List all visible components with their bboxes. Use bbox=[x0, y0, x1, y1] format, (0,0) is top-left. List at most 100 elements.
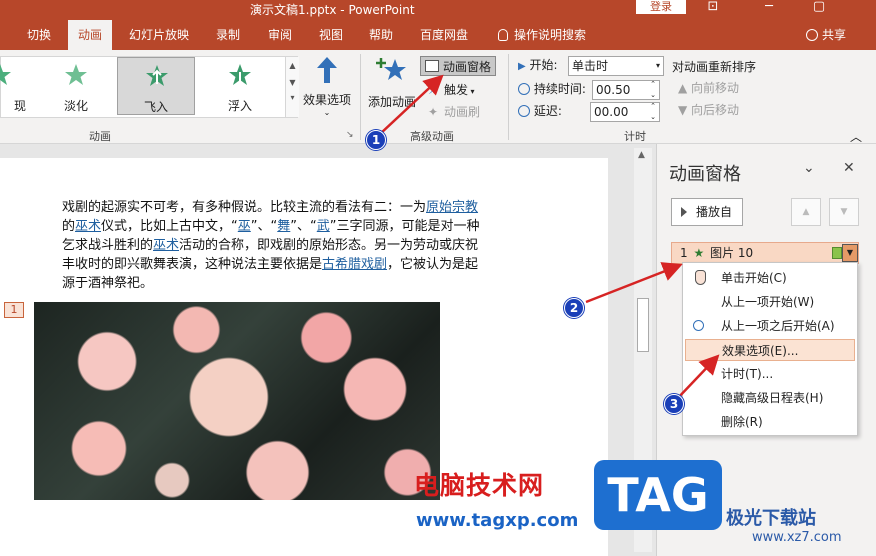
animation-list-item[interactable]: 1 ★ 图片 10 ▼ bbox=[671, 242, 859, 264]
hyperlink[interactable]: 原始宗教 bbox=[426, 200, 478, 215]
group-label-timing: 计时 bbox=[624, 130, 646, 143]
tab-view[interactable]: 视图 bbox=[312, 20, 350, 50]
start-select[interactable]: 单击时 ▾ bbox=[568, 56, 664, 76]
rose-picture[interactable] bbox=[34, 302, 440, 500]
hyperlink[interactable]: 巫术 bbox=[75, 219, 101, 234]
scrollbar-thumb[interactable] bbox=[637, 298, 649, 352]
menu-item-label: 效果选项(E)... bbox=[722, 344, 799, 358]
move-later-button[interactable]: ▼ 向后移动 bbox=[678, 100, 739, 120]
triangle-up-icon: ▲ bbox=[802, 207, 810, 217]
paragraph-text: ”、“ bbox=[290, 219, 317, 234]
effect-options-button[interactable]: 效果选项 ⌄ bbox=[300, 56, 354, 117]
ribbon-display-options-icon[interactable]: ⊡ bbox=[704, 0, 722, 15]
login-button[interactable]: 登录 bbox=[636, 0, 686, 14]
menu-item-with-previous[interactable]: 从上一项开始(W) bbox=[685, 291, 855, 313]
menu-item-after-previous[interactable]: 从上一项之后开始(A) bbox=[685, 315, 855, 337]
tell-me-label: 操作说明搜索 bbox=[514, 28, 587, 42]
tab-help[interactable]: 帮助 bbox=[362, 20, 400, 50]
move-down-button[interactable]: ▼ bbox=[829, 198, 859, 226]
share-label: 共享 bbox=[822, 28, 847, 42]
watermark-site-url: www.xz7.com bbox=[752, 530, 842, 545]
triangle-up-icon: ▲ bbox=[678, 81, 692, 95]
tab-slideshow[interactable]: 幻灯片放映 bbox=[124, 20, 194, 50]
hyperlink[interactable]: 舞 bbox=[277, 219, 290, 234]
trigger-button[interactable]: ⚡ 触发 ▾ bbox=[428, 80, 475, 100]
hyperlink[interactable]: 巫 bbox=[238, 219, 251, 234]
menu-item-on-click[interactable]: 单击开始(C) bbox=[685, 267, 855, 289]
delay-stepper[interactable]: 00.00 ⌃ ⌄ bbox=[590, 102, 660, 122]
duration-stepper[interactable]: 00.50 ⌃ ⌄ bbox=[592, 80, 660, 100]
stepper-icon[interactable]: ⌃ ⌄ bbox=[650, 101, 656, 123]
dialog-launcher-icon[interactable]: ↘ bbox=[346, 130, 354, 140]
lightbulb-icon bbox=[498, 29, 508, 41]
collapse-ribbon-icon[interactable]: ︿ bbox=[850, 128, 862, 145]
move-earlier-button[interactable]: ▲ 向前移动 bbox=[678, 78, 739, 98]
stepper-icon[interactable]: ⌃ ⌄ bbox=[650, 79, 656, 101]
gallery-down-icon[interactable]: ▼ bbox=[286, 78, 299, 87]
play-from-button[interactable]: 播放自 bbox=[671, 198, 743, 226]
group-label-advanced: 高级动画 bbox=[410, 130, 454, 143]
menu-item-remove[interactable]: 删除(R) bbox=[685, 411, 855, 433]
add-animation-label: 添加动画 bbox=[367, 95, 416, 109]
item-dropdown-button[interactable]: ▼ bbox=[842, 244, 858, 262]
document-title: 演示文稿1.pptx - PowerPoint bbox=[250, 3, 415, 17]
title-bar: 演示文稿1.pptx - PowerPoint 登录 ⊡ ─ ▢ bbox=[0, 0, 876, 20]
gallery-up-icon[interactable]: ▲ bbox=[286, 61, 299, 70]
animation-fly-in[interactable]: 飞入 bbox=[117, 57, 195, 115]
tab-review[interactable]: 审阅 bbox=[260, 20, 300, 50]
menu-item-label: 隐藏高级日程表(H) bbox=[721, 391, 824, 405]
hyperlink[interactable]: 巫术 bbox=[153, 238, 179, 253]
watermark-text: 电脑技术网 bbox=[414, 471, 545, 500]
reorder-title: 对动画重新排序 bbox=[672, 60, 757, 74]
separator bbox=[508, 54, 509, 140]
close-icon[interactable]: ✕ bbox=[843, 160, 855, 176]
triangle-down-icon: ▼ bbox=[678, 103, 692, 117]
minimize-icon[interactable]: ─ bbox=[760, 0, 778, 15]
maximize-icon[interactable]: ▢ bbox=[810, 0, 828, 15]
tab-record[interactable]: 录制 bbox=[208, 20, 248, 50]
animation-fade[interactable]: 淡化 bbox=[37, 57, 115, 115]
animation-order-tag[interactable]: 1 bbox=[4, 302, 24, 318]
move-up-button[interactable]: ▲ bbox=[791, 198, 821, 226]
animation-item-index: 1 bbox=[680, 246, 688, 260]
lightning-icon: ⚡ bbox=[428, 83, 437, 97]
play-icon bbox=[681, 207, 687, 217]
menu-item-label: 单击开始(C) bbox=[721, 271, 787, 285]
add-animation-button[interactable]: 添加动画 bbox=[366, 56, 418, 110]
menu-item-hide-timeline[interactable]: 隐藏高级日程表(H) bbox=[685, 387, 855, 409]
menu-item-timing[interactable]: 计时(T)... bbox=[685, 363, 855, 385]
animation-item-name: 图片 10 bbox=[710, 246, 754, 260]
tab-animations[interactable]: 动画 bbox=[68, 20, 112, 50]
watermark-site-logo: 极光下载站 bbox=[726, 508, 816, 529]
delay-row: 延迟: bbox=[518, 100, 562, 122]
animation-pane-button[interactable]: 动画窗格 bbox=[420, 56, 497, 76]
tell-me-search[interactable]: 操作说明搜索 bbox=[498, 20, 586, 50]
animation-painter-button[interactable]: ✦ 动画刷 bbox=[428, 102, 480, 122]
chevron-down-icon: ▾ bbox=[655, 61, 660, 70]
play-icon: ▶ bbox=[518, 61, 526, 72]
menu-item-effect-options[interactable]: 效果选项(E)... bbox=[685, 339, 855, 361]
pane-options-icon[interactable]: ⌄ bbox=[803, 160, 815, 176]
duration-value: 00.50 bbox=[596, 83, 631, 97]
start-label: 开始: bbox=[529, 58, 558, 72]
star-icon: ★ bbox=[693, 246, 705, 260]
move-later-label: 向后移动 bbox=[691, 103, 740, 117]
hyperlink[interactable]: 武 bbox=[317, 219, 330, 234]
tab-baidu-netdisk[interactable]: 百度网盘 bbox=[412, 20, 476, 50]
animation-appear[interactable]: 现 bbox=[0, 57, 39, 115]
scroll-up-icon[interactable]: ▲ bbox=[638, 150, 645, 160]
tab-transitions[interactable]: 切换 bbox=[20, 20, 58, 50]
clock-icon bbox=[693, 320, 704, 331]
duration-row: 持续时间: bbox=[518, 78, 586, 100]
animation-float-in[interactable]: 浮入 bbox=[201, 57, 279, 115]
hyperlink[interactable]: 古希腊戏剧 bbox=[322, 257, 387, 272]
share-button[interactable]: 共享 bbox=[806, 20, 846, 50]
delay-clock-icon bbox=[518, 105, 530, 117]
start-value: 单击时 bbox=[572, 59, 609, 73]
menu-item-label: 从上一项之后开始(A) bbox=[721, 319, 835, 333]
menu-item-label: 从上一项开始(W) bbox=[721, 295, 815, 309]
gallery-more-icon[interactable]: ▾ bbox=[286, 93, 299, 102]
gallery-scrollbar[interactable]: ▲ ▼ ▾ bbox=[285, 57, 299, 117]
star-appear-icon bbox=[0, 64, 11, 85]
slide-paragraph[interactable]: 戏剧的起源实不可考，有多种假说。比较主流的看法有二：一为原始宗教的巫术仪式，比如… bbox=[62, 198, 480, 293]
